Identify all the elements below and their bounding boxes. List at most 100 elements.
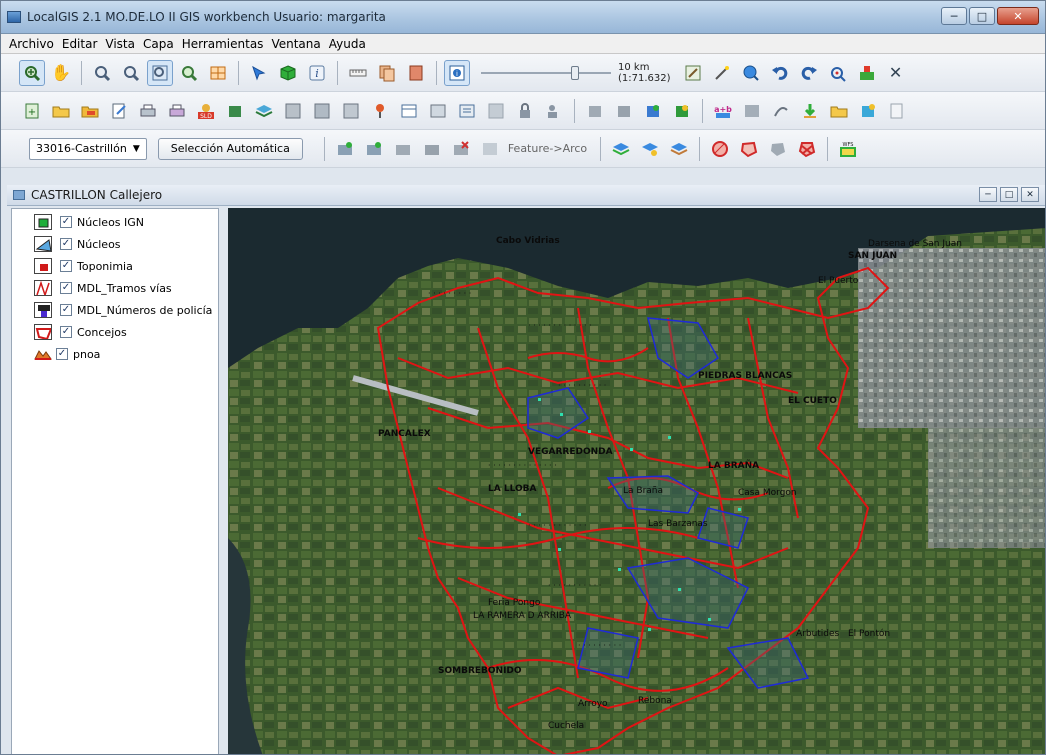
lock-icon[interactable] (512, 98, 538, 124)
zoom-slider[interactable] (481, 63, 611, 83)
menu-herramientas[interactable]: Herramientas (178, 37, 268, 51)
maximize-button[interactable]: □ (969, 7, 995, 25)
layer-item[interactable]: ✓ pnoa (12, 343, 218, 365)
copy-layer-icon[interactable] (374, 60, 400, 86)
hatch-circle-icon[interactable] (707, 136, 733, 162)
list-icon[interactable] (454, 98, 480, 124)
feature-arc-label[interactable]: Feature->Arco (508, 142, 587, 155)
globe-search-icon[interactable] (738, 60, 764, 86)
edit-note-icon[interactable] (884, 98, 910, 124)
polygon-cut-icon[interactable] (794, 136, 820, 162)
feature-grey-icon[interactable] (390, 136, 416, 162)
image-icon[interactable] (739, 98, 765, 124)
plugin-grey-icon[interactable] (582, 98, 608, 124)
auto-select-button[interactable]: Selección Automática (157, 137, 303, 160)
zoom-in-icon[interactable] (19, 59, 45, 86)
sld-style-icon[interactable]: SLD (193, 98, 219, 124)
open-folder-icon[interactable] (48, 98, 74, 124)
edit-document-icon[interactable] (106, 98, 132, 124)
target-search-icon[interactable] (825, 60, 851, 86)
3d-cube-icon[interactable] (275, 60, 301, 86)
close-button[interactable]: ✕ (997, 7, 1039, 25)
attribute-table-icon[interactable] (396, 98, 422, 124)
layer-remove-icon[interactable] (666, 136, 692, 162)
layer-add-icon[interactable] (608, 136, 634, 162)
grid-icon[interactable] (205, 60, 231, 86)
polygon-icon[interactable] (736, 136, 762, 162)
print-preview-icon[interactable] (164, 98, 190, 124)
menu-editar[interactable]: Editar (58, 37, 102, 51)
tools-icon[interactable]: ✕ (883, 60, 909, 86)
print-icon[interactable] (135, 98, 161, 124)
abc-label-icon[interactable]: a+b (710, 98, 736, 124)
inner-minimize-button[interactable]: ─ (979, 187, 997, 202)
wfs-icon[interactable]: WFS (835, 136, 861, 162)
info-icon[interactable]: i (304, 60, 330, 86)
query-icon[interactable] (425, 98, 451, 124)
inner-maximize-button[interactable]: □ (1000, 187, 1018, 202)
layer-item[interactable]: ✓ Núcleos (12, 233, 218, 255)
layer-item[interactable]: ✓ Concejos (12, 321, 218, 343)
grid-layer-icon[interactable] (280, 98, 306, 124)
inner-close-button[interactable]: ✕ (1021, 187, 1039, 202)
disabled-tool-icon[interactable] (483, 98, 509, 124)
layer-checkbox[interactable]: ✓ (60, 216, 72, 228)
layer-edit-icon[interactable] (637, 136, 663, 162)
undo-icon[interactable] (767, 60, 793, 86)
layer-checkbox[interactable]: ✓ (60, 304, 72, 316)
zoom-previous-icon[interactable] (89, 60, 115, 86)
measure-ruler-icon[interactable] (345, 60, 371, 86)
route-icon[interactable] (768, 98, 794, 124)
layer-export-icon[interactable] (854, 60, 880, 86)
layers-stack-icon[interactable] (251, 98, 277, 124)
delete-feature-icon[interactable] (448, 136, 474, 162)
pan-hand-icon[interactable]: ✋ (48, 60, 74, 86)
plugin-blue-icon[interactable] (640, 98, 666, 124)
zoom-layer-icon[interactable] (176, 60, 202, 86)
magic-wand-icon[interactable] (709, 60, 735, 86)
menu-vista[interactable]: Vista (101, 37, 139, 51)
inner-window-titlebar[interactable]: CASTRILLON Callejero ─ □ ✕ (7, 185, 1045, 206)
legend-info-icon[interactable]: i (444, 59, 470, 86)
new-layer-icon[interactable]: + (19, 98, 45, 124)
menu-capa[interactable]: Capa (139, 37, 178, 51)
polygon-grey-icon[interactable] (765, 136, 791, 162)
plugin-grey-2-icon[interactable] (611, 98, 637, 124)
redo-icon[interactable] (796, 60, 822, 86)
feature-arc-icon[interactable] (477, 136, 503, 162)
layer-checkbox[interactable]: ✓ (60, 326, 72, 338)
paste-layer-icon[interactable] (403, 60, 429, 86)
select-arrow-icon[interactable] (246, 60, 272, 86)
layer-item[interactable]: ✓ Núcleos IGN (12, 211, 218, 233)
puzzle-icon[interactable] (222, 98, 248, 124)
update-feature-icon[interactable] (361, 136, 387, 162)
menu-ventana[interactable]: Ventana (267, 37, 324, 51)
grid-layer-2-icon[interactable] (309, 98, 335, 124)
edit-pencil-icon[interactable] (680, 60, 706, 86)
layer-checkbox[interactable]: ✓ (60, 260, 72, 272)
users-icon[interactable] (541, 98, 567, 124)
open-project-icon[interactable] (77, 98, 103, 124)
folder-export-icon[interactable] (826, 98, 852, 124)
title-bar[interactable]: LocalGIS 2.1 MO.DE.LO II GIS workbench U… (1, 1, 1045, 34)
layer-checkbox[interactable]: ✓ (60, 282, 72, 294)
feature-grey-2-icon[interactable] (419, 136, 445, 162)
minimize-button[interactable]: ─ (941, 7, 967, 25)
layer-item[interactable]: ✓ Toponimia (12, 255, 218, 277)
plugin-manager-icon[interactable] (855, 98, 881, 124)
layer-item[interactable]: ✓ MDL_Números de policía (12, 299, 218, 321)
plugin-green-icon[interactable] (669, 98, 695, 124)
insert-feature-icon[interactable] (332, 136, 358, 162)
menu-archivo[interactable]: Archivo (5, 37, 58, 51)
zoom-extent-icon[interactable] (147, 59, 173, 86)
layer-checkbox[interactable]: ✓ (56, 348, 68, 360)
menu-ayuda[interactable]: Ayuda (325, 37, 370, 51)
table-icon[interactable] (338, 98, 364, 124)
zoom-next-icon[interactable] (118, 60, 144, 86)
map-canvas[interactable]: · · · · · · · · · · · · · · · · · · · · … (228, 208, 1045, 754)
layer-item[interactable]: ✓ MDL_Tramos vías (12, 277, 218, 299)
layer-checkbox[interactable]: ✓ (60, 238, 72, 250)
map-pin-icon[interactable] (367, 98, 393, 124)
download-icon[interactable] (797, 98, 823, 124)
zoom-slider-thumb[interactable] (571, 65, 579, 80)
